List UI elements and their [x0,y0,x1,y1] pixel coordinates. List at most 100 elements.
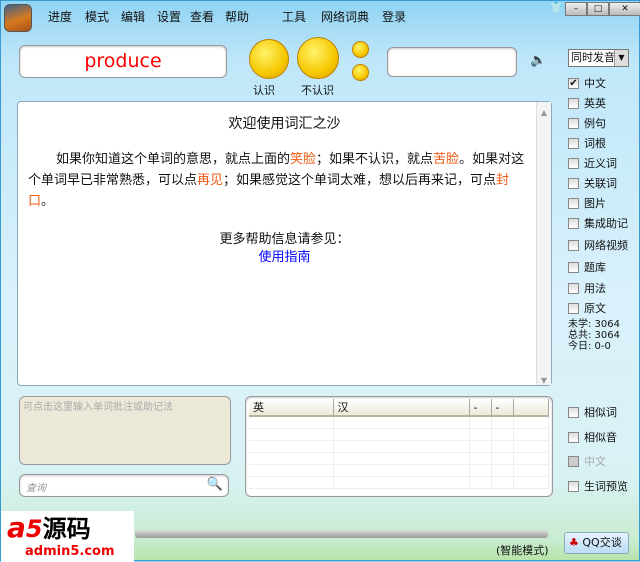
col-5[interactable] [513,399,549,417]
option2-2[interactable]: 中文 [568,453,606,469]
menu-help[interactable]: 帮助 [225,8,249,25]
menu-login[interactable]: 登录 [382,8,406,25]
option-2[interactable]: 例句 [568,115,606,131]
table-row[interactable] [249,476,549,489]
smile-term: 笑脸 [290,152,317,167]
stat-total: 总共: 3064 [568,330,620,341]
help-paragraph: 如果你知道这个单词的意思，就点上面的笑脸；如果不认识，就点苦脸。如果对这个单词早… [28,152,525,209]
checkbox[interactable] [568,480,579,492]
checkbox[interactable] [568,97,579,109]
bitter-face-icon[interactable] [297,37,339,79]
option-8[interactable]: 网络视频 [568,237,628,253]
option-6[interactable]: 图片 [568,195,606,211]
option-3[interactable]: 词根 [568,135,606,151]
scroll-down-icon[interactable]: ▼ [537,370,551,385]
scrollbar[interactable]: ▲ ▼ [536,102,551,385]
col-chinese[interactable]: 汉 [333,399,470,417]
seal-face-icon[interactable] [352,64,369,81]
skin-icon[interactable]: 👕 [549,1,563,14]
more-help: 更多帮助信息请参见： [219,232,350,247]
word-list-table[interactable]: 英 汉 - - [245,396,553,497]
table-row[interactable] [249,416,549,429]
col-english[interactable]: 英 [249,399,334,417]
bitter-term: 苦脸 [433,152,460,167]
stats: 未学: 3064 总共: 3064 今日: 0-0 [568,319,620,352]
option-label: 英英 [584,97,606,110]
checkbox[interactable] [568,157,579,169]
col-3[interactable]: - [469,399,492,417]
menu-view[interactable]: 查看 [190,8,214,25]
checkbox[interactable] [568,197,579,209]
option-label: 相似词 [584,406,617,419]
option-label: 原文 [584,302,606,315]
know-label[interactable]: 认识 [253,82,275,98]
search-input[interactable]: 查询 🔍 [19,474,229,497]
checkbox[interactable] [568,117,579,129]
menu-tools[interactable]: 工具 [282,8,306,25]
app-logo [4,4,32,32]
qq-penguin-icon: ♣ [569,536,579,549]
phonetic-box [387,47,517,77]
option2-1[interactable]: 相似音 [568,429,617,445]
option-1[interactable]: 英英 [568,95,606,111]
smile-face-icon[interactable] [249,39,289,79]
option2-3[interactable]: 生词预览 [568,478,628,494]
scroll-up-icon[interactable]: ▲ [537,102,551,117]
qq-chat-button[interactable]: ♣ QQ交谈 [564,532,629,554]
guide-link[interactable]: 使用指南 [18,250,551,266]
checkbox[interactable] [568,239,579,251]
speaker-icon[interactable]: 🔈 [530,53,546,68]
bye-face-icon[interactable] [352,41,369,58]
option-label: 关联词 [584,177,617,190]
table-row[interactable] [249,464,549,477]
menu-settings[interactable]: 设置 [157,8,181,25]
option-label: 用法 [584,282,606,295]
dont-know-label[interactable]: 不认识 [301,82,334,98]
option-label: 生词预览 [584,480,628,493]
option-label: 集成助记 [584,217,628,230]
table-row[interactable] [249,440,549,453]
checkbox[interactable] [568,137,579,149]
checkbox[interactable] [568,302,579,314]
checkbox[interactable] [568,217,579,229]
checkbox[interactable] [568,431,579,443]
option2-0[interactable]: 相似词 [568,404,617,420]
checkbox[interactable] [568,455,579,467]
option-label: 中文 [584,455,606,468]
option-11[interactable]: 原文 [568,300,606,316]
option-label: 图片 [584,197,606,210]
notes-input[interactable]: 可点击这里输入单词批注或助记法 [19,396,231,465]
maximize-button[interactable]: □ [587,2,609,16]
checkbox[interactable] [568,406,579,418]
menu-mode[interactable]: 模式 [85,8,109,25]
option-10[interactable]: 用法 [568,280,606,296]
qq-chat-label: QQ交谈 [582,536,622,549]
watermark-logo: a5源码 admin5.com [1,511,134,562]
table-row[interactable] [249,452,549,465]
option-5[interactable]: 关联词 [568,175,617,191]
menu-edit[interactable]: 编辑 [121,8,145,25]
status-text: (智能模式) [496,544,549,557]
option-0[interactable]: ✔ 中文 [568,75,606,91]
close-button[interactable]: ✕ [609,2,640,16]
minimize-button[interactable]: – [565,2,587,16]
voice-select[interactable]: 同时发音 ▼ [568,49,629,67]
option-7[interactable]: 集成助记 [568,215,628,231]
checkbox[interactable]: ✔ [568,77,579,89]
option-9[interactable]: 题库 [568,259,606,275]
col-4[interactable]: - [491,399,514,417]
search-icon[interactable]: 🔍 [207,477,223,492]
chevron-down-icon: ▼ [614,50,628,66]
checkbox[interactable] [568,282,579,294]
stat-today: 今日: 0-0 [568,341,611,352]
option-label: 题库 [584,261,606,274]
menu-web-dict[interactable]: 网络词典 [321,8,369,25]
option-label: 相似音 [584,431,617,444]
checkbox[interactable] [568,261,579,273]
table-row[interactable] [249,428,549,441]
search-placeholder: 查询 [26,483,46,494]
option-4[interactable]: 近义词 [568,155,617,171]
checkbox[interactable] [568,177,579,189]
menu-progress[interactable]: 进度 [48,8,72,25]
option-label: 近义词 [584,157,617,170]
